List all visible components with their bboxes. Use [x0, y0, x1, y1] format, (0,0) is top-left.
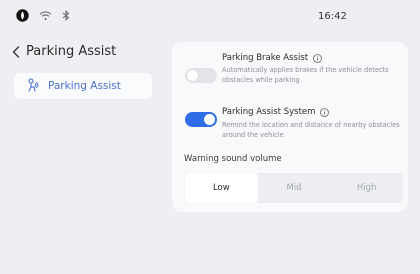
settings-card: Parking Brake Assist Automatically appli…	[172, 42, 408, 212]
setting-description: Automatically applies brakes if the vehi…	[222, 66, 389, 84]
parking-brake-assist-toggle[interactable]	[185, 68, 217, 83]
chevron-left-icon[interactable]	[12, 45, 20, 58]
info-icon[interactable]	[313, 53, 323, 63]
setting-title: Parking Assist System	[222, 107, 330, 117]
warning-volume-selector: Low Mid High	[185, 173, 403, 203]
setting-description: Remind the location and distance of near…	[222, 121, 400, 139]
page-title: Parking Assist	[26, 44, 117, 59]
toggle-knob	[187, 70, 198, 81]
info-icon[interactable]	[320, 107, 330, 117]
wifi-icon	[39, 10, 52, 21]
setting-title-text: Parking Assist System	[222, 107, 316, 117]
setting-title: Parking Brake Assist	[222, 53, 323, 63]
volume-option-low[interactable]: Low	[185, 173, 258, 203]
volume-option-mid[interactable]: Mid	[258, 173, 331, 203]
sidebar-item-parking-assist[interactable]: Parking Assist	[14, 73, 152, 99]
toggle-knob	[204, 114, 215, 125]
warning-volume-label: Warning sound volume	[184, 154, 282, 164]
back-button[interactable]	[12, 45, 20, 58]
bluetooth-icon	[62, 10, 70, 21]
app-logo-icon	[16, 9, 29, 22]
status-icons	[16, 9, 70, 22]
sidebar-item-label: Parking Assist	[48, 80, 121, 92]
parking-assist-system-toggle[interactable]	[185, 112, 217, 127]
page-header: Parking Assist	[12, 44, 116, 59]
volume-option-high[interactable]: High	[330, 173, 403, 203]
clock: 16:42	[318, 11, 347, 22]
status-bar: 16:42	[0, 0, 420, 30]
parking-assist-icon	[26, 77, 40, 96]
setting-title-text: Parking Brake Assist	[222, 53, 309, 63]
